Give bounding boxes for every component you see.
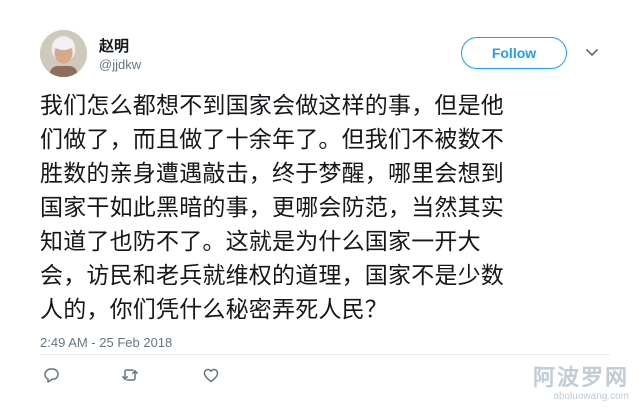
tweet-text-line: 们做了，而且做了十余年了。但我们不被数不 (40, 127, 504, 153)
tweet-text: 我们怎么都想不到国家会做这样的事，但是他 们做了，而且做了十余年了。但我们不被数… (40, 89, 610, 327)
tweet-timestamp[interactable]: 2:49 AM - 25 Feb 2018 (40, 335, 172, 350)
tweet-text-line: 我们怎么都想不到国家会做这样的事，但是他 (40, 93, 504, 119)
user-handle[interactable]: @jjdkw (99, 57, 141, 72)
heart-icon[interactable] (202, 366, 220, 384)
retweet-icon[interactable] (121, 366, 139, 384)
follow-button[interactable]: Follow (461, 37, 567, 69)
tweet-text-line: 国家干如此黑暗的事，更哪会防范，当然其实 (40, 195, 504, 221)
tweet-text-line: 人的，你们凭什么秘密弄死人民？ (40, 297, 388, 323)
chevron-down-icon[interactable] (584, 44, 600, 60)
reply-icon[interactable] (42, 366, 60, 384)
display-name[interactable]: 赵明 (99, 35, 129, 56)
watermark-title: 阿波罗网 (532, 366, 629, 391)
tweet-card: 赵明 @jjdkw Follow 我们怎么都想不到国家会做这样的事，但是他 们做… (0, 0, 639, 411)
avatar[interactable] (40, 30, 87, 77)
tweet-text-line: 知道了也防不了。这就是为什么国家一开大 (40, 229, 481, 255)
tweet-text-line: 会，访民和老兵就维权的道理，国家不是少数 (40, 263, 504, 289)
tweet-text-line: 胜数的亲身遭遇敲击，终于梦醒，哪里会想到 (40, 161, 504, 187)
watermark: 阿波罗网 aboluowang.com (533, 367, 629, 403)
avatar-photo (40, 30, 87, 77)
divider (40, 354, 610, 355)
watermark-url: aboluowang.com (553, 391, 629, 402)
